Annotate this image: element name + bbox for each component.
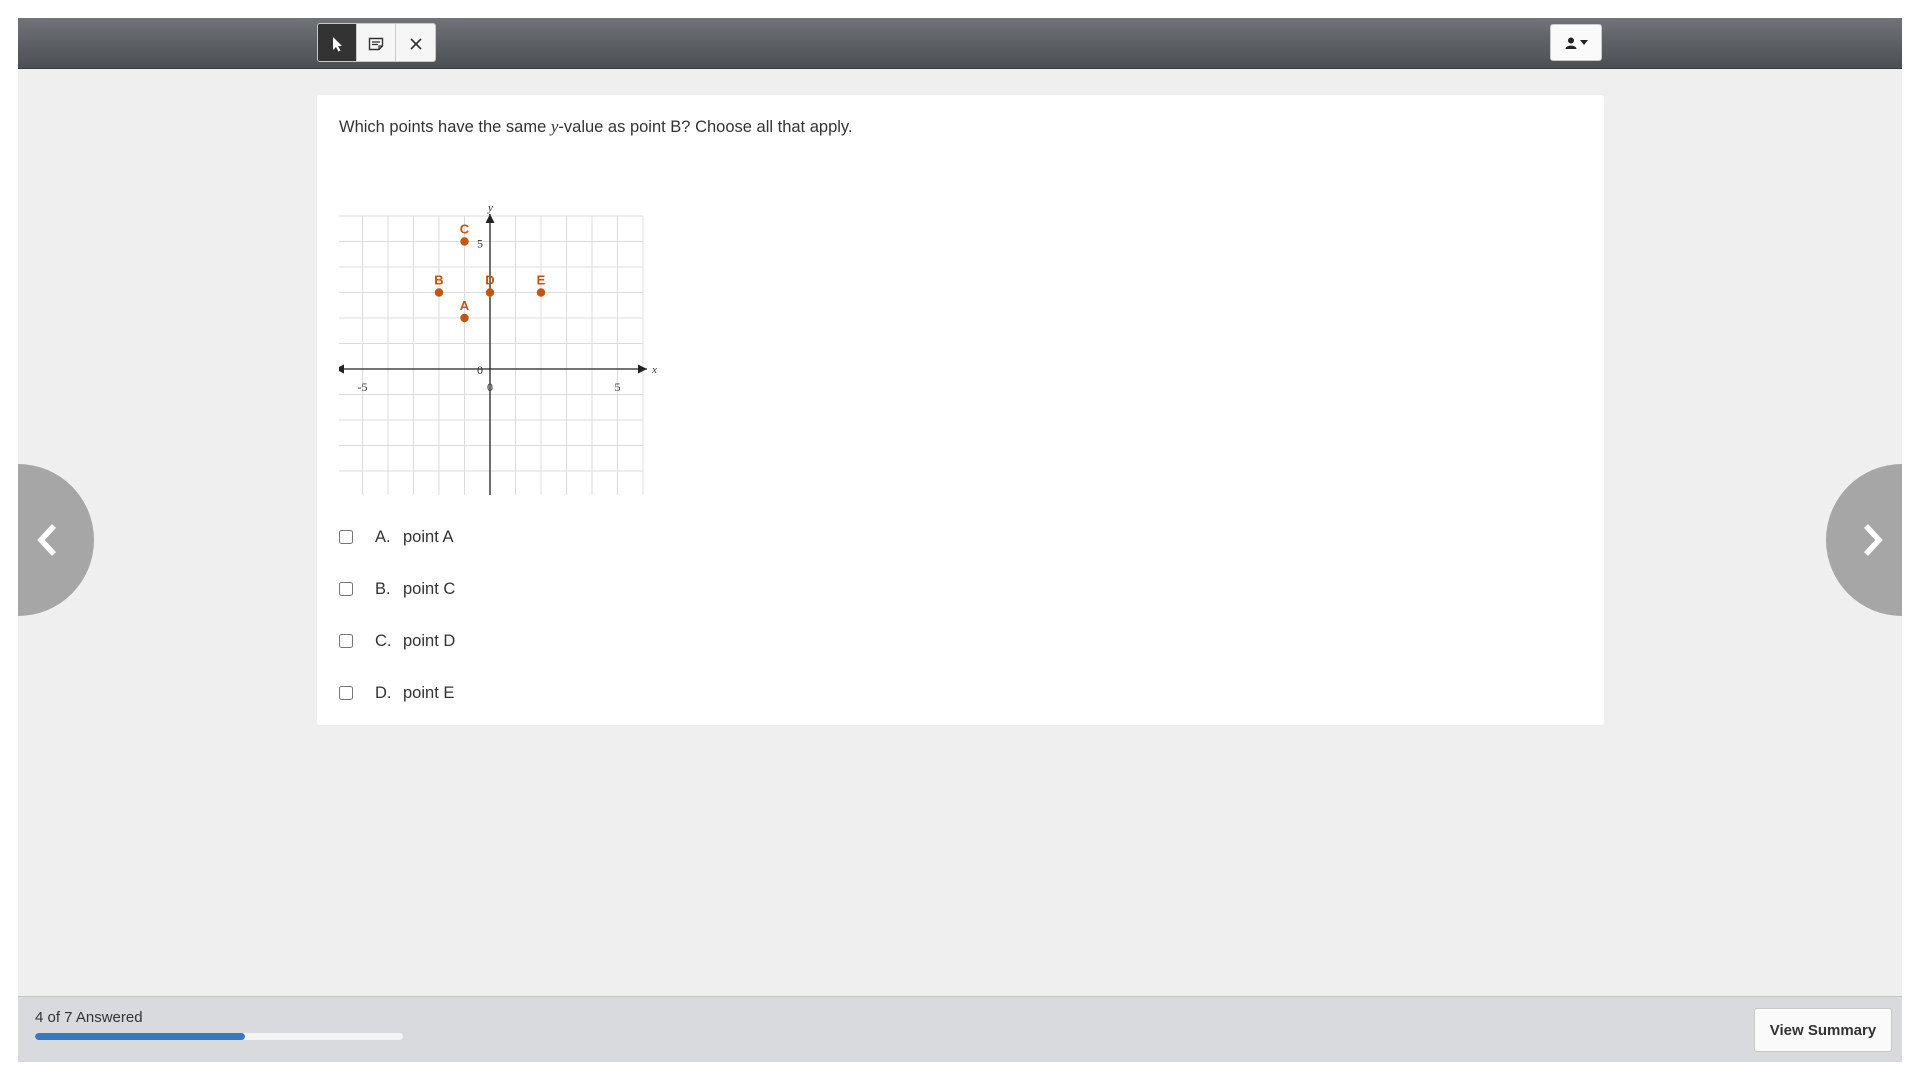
- close-icon: [409, 37, 422, 50]
- question-text: Which points have the same y-value as po…: [339, 117, 853, 137]
- choice-text: point E: [403, 683, 455, 702]
- tool-group: [317, 23, 436, 62]
- progress-bar-fill: [35, 1033, 246, 1040]
- chevron-right-icon: [1863, 524, 1883, 556]
- choice-text: point A: [403, 527, 454, 546]
- chevron-left-icon: [37, 524, 57, 556]
- next-question-button[interactable]: [1826, 464, 1902, 616]
- point-label: D: [485, 273, 494, 288]
- point-label: B: [434, 273, 443, 288]
- note-icon: [368, 37, 384, 50]
- choice-d[interactable]: D. point E: [339, 667, 455, 719]
- graph-point: [485, 288, 495, 297]
- choice-text: point C: [403, 579, 456, 598]
- choice-letter: C.: [375, 631, 392, 650]
- y-tick-label: -5: [473, 492, 483, 496]
- x-axis-arrow-left: [339, 364, 344, 374]
- previous-question-button[interactable]: [18, 464, 94, 616]
- choice-text: point D: [403, 631, 456, 650]
- y-axis-label: y: [487, 202, 493, 214]
- point-label: C: [460, 222, 470, 237]
- progress-label: 4 of 7 Answered: [35, 1009, 143, 1026]
- note-tool-button[interactable]: [357, 24, 396, 61]
- choice-letter: B.: [375, 579, 391, 598]
- x-tick-label: 5: [615, 380, 621, 394]
- x-tick-label: 0: [487, 380, 493, 394]
- choice-d-checkbox[interactable]: [339, 686, 353, 700]
- top-toolbar: [18, 18, 1902, 69]
- point-label: A: [460, 298, 470, 313]
- graph-point: [434, 288, 444, 297]
- choice-b[interactable]: B. point C: [339, 563, 455, 615]
- x-axis-label: x: [651, 364, 657, 376]
- choice-a-checkbox[interactable]: [339, 530, 353, 544]
- graph-point: [460, 313, 469, 323]
- choice-letter: A.: [375, 527, 391, 546]
- x-tick-label: -5: [358, 380, 368, 394]
- coordinate-graph: x y -5 0 5 5 0 -5 C B D E A: [339, 202, 657, 496]
- answer-choices: A. point A B. point C C. point D D. poin…: [339, 511, 455, 719]
- choice-a[interactable]: A. point A: [339, 511, 455, 563]
- progress-bar: [35, 1033, 403, 1040]
- pointer-tool-button[interactable]: [318, 24, 357, 61]
- choice-c-checkbox[interactable]: [339, 634, 353, 648]
- footer-bar: 4 of 7 Answered View Summary: [18, 996, 1902, 1062]
- choice-b-checkbox[interactable]: [339, 582, 353, 596]
- graph-point: [460, 237, 469, 246]
- pointer-icon: [333, 36, 342, 51]
- question-suffix: -value as point B? Choose all that apply…: [558, 118, 853, 136]
- y-tick-label: 0: [477, 363, 483, 377]
- y-tick-label: 5: [477, 237, 483, 251]
- user-icon: [1565, 37, 1576, 49]
- app-frame: Which points have the same y -value as po…: [18, 18, 1902, 1062]
- view-summary-button[interactable]: View Summary: [1754, 1008, 1892, 1052]
- question-prefix: Which points have the same: [339, 118, 551, 136]
- y-axis-arrow-up: [485, 214, 495, 223]
- graph-point: [536, 288, 546, 297]
- choice-c[interactable]: C. point D: [339, 615, 455, 667]
- question-card: Which points have the same y -value as po…: [317, 95, 1604, 725]
- caret-down-icon: [1579, 40, 1588, 45]
- choice-letter: D.: [375, 683, 392, 702]
- user-menu-button[interactable]: [1550, 24, 1602, 61]
- eliminator-tool-button[interactable]: [396, 24, 435, 61]
- point-label: E: [537, 273, 546, 288]
